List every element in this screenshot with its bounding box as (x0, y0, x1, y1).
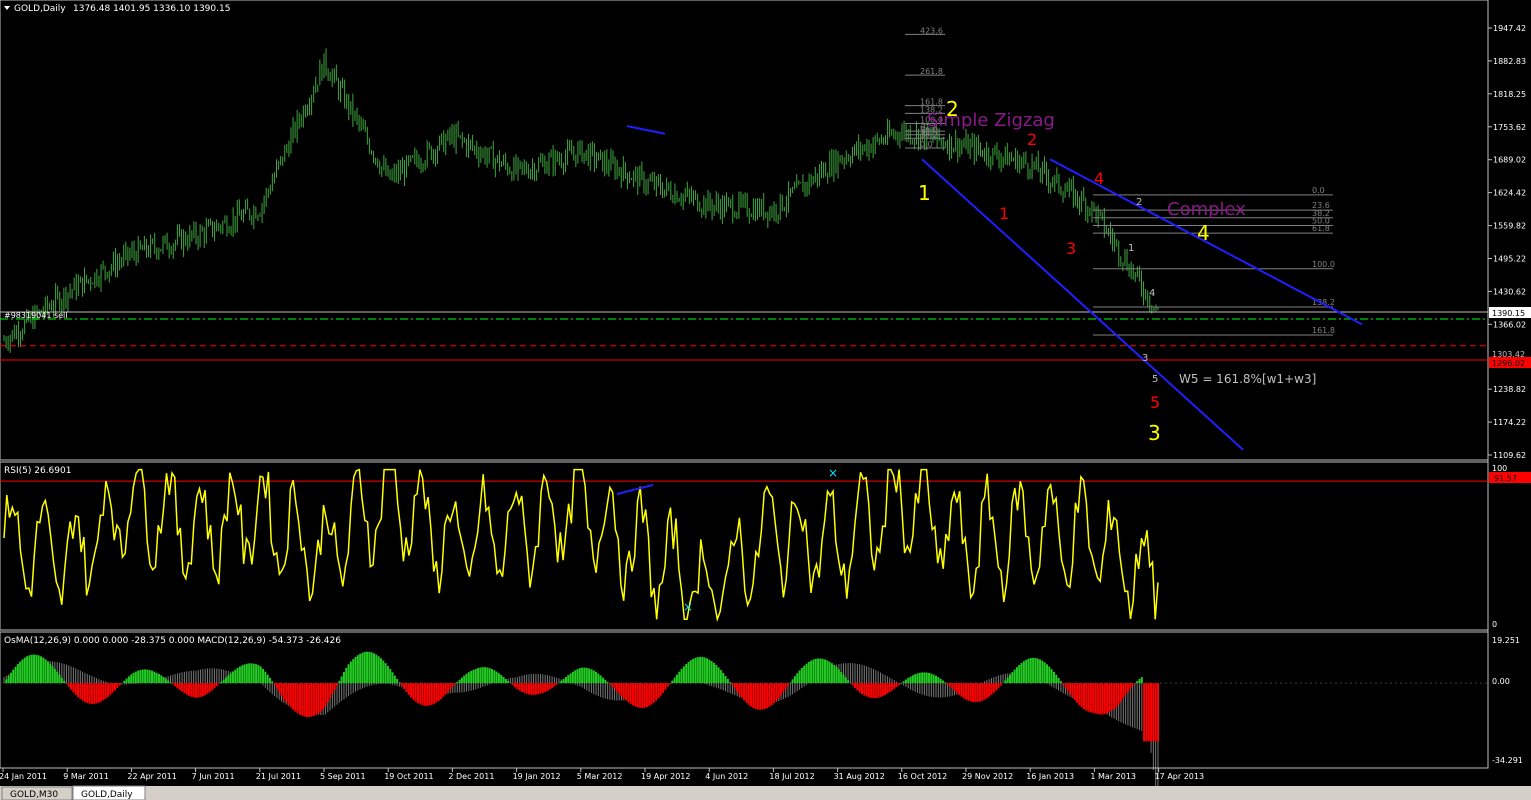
time-tick-label: 31 Aug 2012 (834, 772, 885, 781)
wave-label-g4: 4 (1149, 288, 1155, 299)
time-tick-label: 29 Nov 2012 (962, 772, 1013, 781)
time-tick-label: 22 Apr 2011 (127, 772, 176, 781)
signal-cross-icon: × (683, 600, 693, 614)
price-bars (3, 48, 1159, 353)
price-tick-label: 1174.22 (1493, 418, 1526, 427)
time-tick-label: 16 Oct 2012 (898, 772, 947, 781)
wave-label-g1: 1 (1128, 243, 1134, 254)
fib-large-label: 0.0 (1312, 186, 1325, 195)
price-y-axis: 1947.42 1882.83 1818.25 1753.62 1689.02 1624.… (1488, 24, 1526, 460)
price-tick-label: 1109.62 (1493, 451, 1526, 460)
symbol-title: GOLD,Daily (14, 4, 66, 14)
price-tick-label: 1430.62 (1493, 287, 1526, 296)
time-tick-label: 17 Apr 2013 (1155, 772, 1204, 781)
rsi-indicator: ×× (0, 466, 1488, 623)
fib-small-label: 261.8 (920, 67, 943, 76)
price-tick-label: 1559.82 (1493, 222, 1526, 231)
wave-label-r3: 3 (1066, 239, 1076, 258)
price-level-lines (0, 311, 1488, 361)
price-tick-label: 1624.42 (1493, 189, 1526, 198)
macd-label: OsMA(12,26,9) 0.000 0.000 -28.375 0.000 … (4, 636, 341, 646)
time-tick-label: 19 Oct 2011 (384, 772, 433, 781)
wave-label-r2: 2 (1027, 130, 1037, 149)
fib-small-label: 423.6 (920, 26, 943, 35)
trendlines[interactable] (626, 125, 1363, 451)
rsi-label: RSI(5) 26.6901 (4, 466, 71, 476)
rsi-tick-100: 100 (1492, 464, 1507, 473)
divergence-line-rsi[interactable] (616, 484, 654, 495)
price-tick-label: 1818.25 (1493, 90, 1526, 99)
wave-label-y3: 3 (1148, 421, 1161, 445)
wave-label-r1: 1 (999, 204, 1009, 223)
time-tick-label: 19 Jan 2012 (513, 772, 561, 781)
current-price-label: 1390.15 (1492, 309, 1525, 318)
simple-zigzag-label: Simple Zigzag (927, 110, 1055, 131)
wave-label-y1: 1 (918, 181, 931, 205)
ohlc-values: 1376.48 1401.95 1336.10 1390.15 (73, 4, 230, 14)
wave-label-g3: 3 (1142, 353, 1148, 364)
signal-cross-icon: × (828, 466, 838, 480)
wave-label-g2: 2 (1136, 197, 1142, 208)
fibonacci-levels: 423.6261.8161.8138.2100.061.850.038.20.0… (905, 26, 1335, 336)
time-tick-label: 5 Mar 2012 (577, 772, 623, 781)
rsi-panel[interactable] (0, 461, 1489, 631)
chart-window[interactable]: 423.6261.8161.8138.2100.061.850.038.20.0… (0, 0, 1531, 800)
time-tick-label: 1 Mar 2013 (1090, 772, 1136, 781)
time-tick-label: 9 Mar 2011 (63, 772, 109, 781)
price-tick-label: 1238.82 (1493, 385, 1526, 394)
tab-bar (0, 786, 1531, 800)
time-tick-label: 24 Jan 2011 (0, 772, 47, 781)
wave-label-r4: 4 (1094, 169, 1104, 188)
time-tick-label: 7 Jun 2011 (192, 772, 235, 781)
complex-label: Complex (1167, 199, 1246, 220)
price-tick-label: 1689.02 (1493, 156, 1526, 165)
wave-label-r5: 5 (1150, 393, 1160, 412)
price-tick-label: 1495.22 (1493, 254, 1526, 263)
wave-label-g5: 5 (1152, 374, 1158, 385)
time-tick-label: 18 Jul 2012 (769, 772, 814, 781)
time-x-axis: 24 Jan 2011 9 Mar 2011 22 Apr 2011 7 Jun 20… (0, 768, 1204, 781)
fib-small-label: 38.2 (920, 130, 938, 139)
divergence-line-price[interactable] (626, 125, 666, 135)
menu-triangle-icon[interactable] (4, 6, 10, 10)
rsi-level-label: 91.57 (1494, 474, 1517, 483)
time-tick-label: 19 Apr 2012 (641, 772, 690, 781)
time-tick-label: 2 Dec 2011 (448, 772, 494, 781)
price-tick-label: 1366.02 (1493, 320, 1526, 329)
time-tick-label: 4 Jun 2012 (705, 772, 748, 781)
time-tick-label: 5 Sep 2011 (320, 772, 366, 781)
stop-price-label: 1296.02 (1492, 359, 1525, 368)
time-tick-label: 16 Jan 2013 (1026, 772, 1074, 781)
fib-large-label: 61.8 (1312, 224, 1330, 233)
price-tick-label: 1882.83 (1493, 57, 1526, 66)
tab-gold-daily-label: GOLD,Daily (81, 790, 133, 800)
tab-gold-m30-label: GOLD,M30 (10, 790, 58, 800)
time-tick-label: 21 Jul 2011 (256, 772, 301, 781)
fib-large-label: 100.0 (1312, 260, 1335, 269)
price-tick-label: 1753.62 (1493, 123, 1526, 132)
w5-note: W5 = 161.8%[w1+w3] (1179, 372, 1316, 386)
rsi-tick-0: 0 (1492, 620, 1497, 629)
fib-small-label: 0.0 (920, 140, 933, 149)
wave-label-y4: 4 (1197, 221, 1210, 245)
macd-tick-top: 19.251 (1492, 636, 1520, 645)
macd-tick-zero: 0.00 (1492, 677, 1510, 686)
rsi-line (3, 468, 1159, 623)
order-label[interactable]: #98319041 sell (4, 311, 68, 320)
macd-tick-bottom: -34.291 (1492, 756, 1523, 765)
price-tick-label: 1947.42 (1493, 24, 1526, 33)
fib-large-label: 161.8 (1312, 326, 1335, 335)
